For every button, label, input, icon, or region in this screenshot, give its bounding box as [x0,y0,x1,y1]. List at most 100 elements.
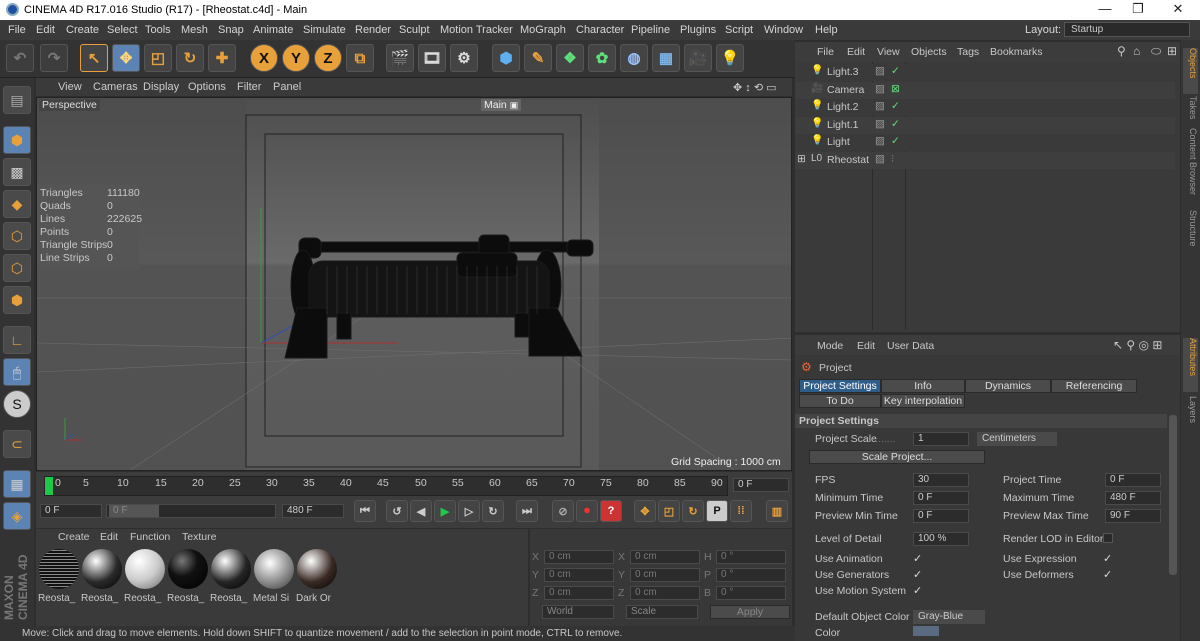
layer-toggle-icon[interactable]: ▨ [875,118,885,130]
render-settings-icon[interactable]: ⚙ [450,44,478,72]
obj-menu-objects[interactable]: Objects [911,46,947,58]
menu-window[interactable]: Window [764,24,803,36]
material-item[interactable]: Dark Or [296,547,338,605]
tab-info[interactable]: Info [881,379,965,393]
object-name[interactable]: Light.1 [827,119,859,131]
menu-script[interactable]: Script [725,24,753,36]
side-tab-takes[interactable]: Takes [1183,96,1198,124]
object-row[interactable]: 🎥 Camera ▨ ⊠ [795,81,1175,99]
menu-create[interactable]: Create [66,24,99,36]
end-frame-field[interactable]: 480 F [282,504,344,518]
project-scale-field[interactable]: 1 [913,432,969,446]
viewport-menu-filter[interactable]: Filter [237,81,261,93]
enabled-check-icon[interactable]: ⊠ [891,83,900,95]
object-name[interactable]: Light.2 [827,101,859,113]
tab-project-settings[interactable]: Project Settings [799,379,881,393]
key-scale-icon[interactable]: ◰ [658,500,680,522]
obj-menu-tags[interactable]: Tags [957,46,979,58]
workplane-icon[interactable]: ▦ [3,470,31,498]
checkbox[interactable]: ✓ [1103,552,1112,565]
object-name[interactable]: Rheostat [827,154,869,166]
viewport-menu-display[interactable]: Display [143,81,179,93]
x-axis-button[interactable]: X [250,44,278,72]
checkbox[interactable]: ✓ [913,568,922,581]
locked-workplane-icon[interactable]: ◈ [3,502,31,530]
workplane-mode-icon[interactable]: ◆ [3,190,31,218]
attr-menu-user-data[interactable]: User Data [887,340,934,352]
render-lod-checkbox[interactable] [1103,533,1113,543]
next-frame-icon[interactable]: ▷ [458,500,480,522]
enabled-check-icon[interactable]: ✓ [891,65,900,77]
tab-to-do[interactable]: To Do [799,394,881,408]
layer-toggle-icon[interactable]: ▨ [875,83,885,95]
menu-plugins[interactable]: Plugins [680,24,716,36]
coord-value-field[interactable]: 0 cm [630,568,700,582]
coord-value-field[interactable]: 0 cm [544,586,614,600]
checkbox[interactable]: ✓ [913,584,922,597]
render-view-icon[interactable]: 🎬 [386,44,414,72]
menu-snap[interactable]: Snap [218,24,244,36]
rotate-tool-icon[interactable]: ↻ [176,44,204,72]
camera-icon[interactable]: 🎥 [684,44,712,72]
coordinate-system-icon[interactable]: ⧉ [346,44,374,72]
layer-toggle-icon[interactable]: ▨ [875,153,885,165]
start-frame-field[interactable]: 0 F [40,504,102,518]
layer-toggle-icon[interactable]: ▨ [875,65,885,77]
render-picture-viewer-icon[interactable]: 🎞 [418,44,446,72]
y-axis-button[interactable]: Y [282,44,310,72]
layout-select[interactable]: Startup [1064,22,1190,37]
material-item[interactable]: Metal Si [253,547,295,605]
material-item[interactable]: Reosta_ [124,547,166,605]
timeline-ruler[interactable]: 0 5 10 15 20 25 30 35 40 45 50 55 60 65 … [44,476,728,496]
apply-button[interactable]: Apply [710,605,790,619]
attr-nav-icons[interactable]: ↖ ⚲ ◎ ⊞ [1113,338,1162,352]
color-swatch[interactable] [913,626,939,636]
live-selection-icon[interactable]: ↖ [80,44,108,72]
attr-scrollbar[interactable] [1169,415,1177,575]
recent-tools-icon[interactable]: ✚ [208,44,236,72]
current-frame-field[interactable]: 0 F [733,478,789,492]
search-icon[interactable]: ⚲ [1117,44,1126,58]
keyframe-selection-icon[interactable]: ? [600,500,622,522]
menu-animate[interactable]: Animate [253,24,293,36]
key-param-icon[interactable]: P [706,500,728,522]
perspective-viewport[interactable]: Perspective Main ▣ Triangles 111180 Quad… [36,97,792,471]
redo-icon[interactable]: ↷ [40,44,68,72]
default-color-select[interactable]: Gray-Blue [913,610,985,624]
texture-mode-icon[interactable]: ▩ [3,158,31,186]
points-mode-icon[interactable]: ⬡ [3,222,31,250]
min-frame-field[interactable]: 0 F [109,505,159,517]
obj-menu-view[interactable]: View [877,46,900,58]
menu-motion-tracker[interactable]: Motion Tracker [440,24,513,36]
tab-key-interpolation[interactable]: Key interpolation [881,394,965,408]
scale-project-button[interactable]: Scale Project... [809,450,985,464]
project-scale-unit-select[interactable]: Centimeters [977,432,1057,446]
model-mode-icon[interactable]: ⬢ [3,126,31,154]
object-row[interactable]: 💡 Light.3 ▨ ✓ [795,64,1175,81]
material-item[interactable]: Reosta_ [38,547,80,605]
minimize-button[interactable]: — [1090,1,1120,16]
material-item[interactable]: Reosta_ [81,547,123,605]
object-row[interactable]: 💡 Light.2 ▨ ✓ [795,99,1175,117]
solo-mode-icon[interactable]: S [3,390,31,418]
obj-menu-edit[interactable]: Edit [847,46,865,58]
obj-menu-file[interactable]: File [817,46,834,58]
field-input[interactable]: 0 F [913,491,969,505]
menu-sculpt[interactable]: Sculpt [399,24,430,36]
layer-icon[interactable]: ⬭ [1151,44,1161,59]
menu-mograph[interactable]: MoGraph [520,24,566,36]
viewport-nav-icons[interactable]: ✥ ↕ ⟲ ▭ [733,81,777,94]
object-row[interactable]: ⊞ L0 Rheostat ▨ ⁝ [795,152,1175,169]
attr-menu-edit[interactable]: Edit [857,340,875,352]
prev-key-icon[interactable]: ↺ [386,500,408,522]
coord-value-field[interactable]: 0 ° [716,586,786,600]
close-button[interactable]: ✕ [1163,1,1193,17]
side-tab-attributes[interactable]: Attributes [1183,338,1198,392]
preview-range-slider[interactable]: 0 F [106,504,276,518]
material-item[interactable]: Reosta_ [167,547,209,605]
play-icon[interactable]: ▶ [434,500,456,522]
layer-toggle-icon[interactable]: ▨ [875,100,885,112]
menu-file[interactable]: File [8,24,26,36]
spline-pen-icon[interactable]: ✎ [524,44,552,72]
floor-icon[interactable]: ▦ [652,44,680,72]
